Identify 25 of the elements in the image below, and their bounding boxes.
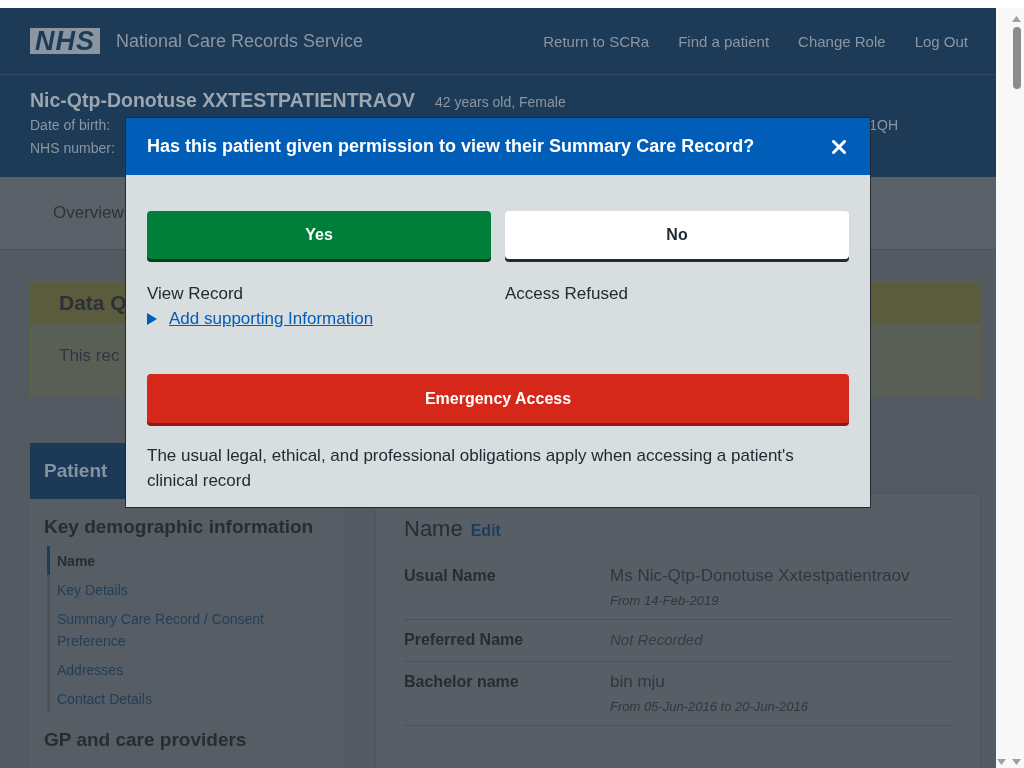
postcode-fragment: 1QH [869, 116, 898, 135]
nav-link[interactable]: Find a patient [678, 32, 770, 50]
emergency-access-button[interactable]: Emergency Access [147, 374, 849, 423]
scrollbar[interactable] [996, 8, 1024, 768]
patient-age-sex: 42 years old, Female [434, 94, 566, 110]
option-caption: Access Refused [505, 283, 629, 305]
yes-button[interactable]: Yes [147, 211, 491, 259]
nav-link[interactable]: Log Out [914, 32, 968, 50]
nhs-number-label: NHS number: [30, 139, 115, 158]
nhs-logo[interactable]: NHS [30, 28, 100, 54]
nav-link[interactable]: Return to SCRa [543, 32, 650, 50]
close-icon[interactable] [832, 139, 846, 154]
obligations-note: The usual legal, ethical, and professional obligations apply when accessing a patient's clinical record [147, 445, 795, 492]
scroll-up-arrow-icon[interactable] [1012, 16, 1021, 22]
nav-link[interactable]: Change Role [798, 32, 886, 50]
service-name: National Care Records Service [116, 30, 364, 52]
supporting-info-link[interactable]: Add supporting Information [169, 308, 374, 330]
option-caption: View Record [147, 283, 245, 305]
date-of-birth-label: Date of birth: [30, 116, 111, 135]
expand-triangle-icon[interactable] [147, 313, 157, 325]
patient-name: Nic-Qtp-Donotuse XXTESTPATIENTRAOV [30, 89, 415, 112]
dialog-title: Has this patient given permission to view their Summary Care Record? [147, 136, 755, 157]
scrollbar-thumb[interactable] [1013, 27, 1021, 89]
sidebar-title: Patient [44, 460, 108, 482]
no-button[interactable]: No [505, 211, 849, 259]
